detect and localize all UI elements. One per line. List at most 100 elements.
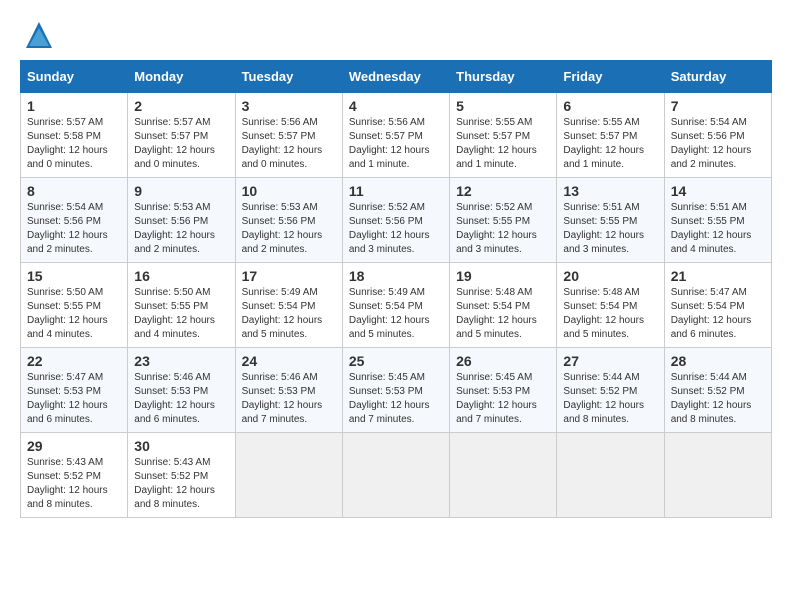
calendar-cell: 28 Sunrise: 5:44 AMSunset: 5:52 PMDaylig…	[664, 348, 771, 433]
calendar-cell: 6 Sunrise: 5:55 AMSunset: 5:57 PMDayligh…	[557, 93, 664, 178]
column-header-thursday: Thursday	[450, 61, 557, 93]
day-info: Sunrise: 5:44 AMSunset: 5:52 PMDaylight:…	[563, 372, 644, 425]
day-info: Sunrise: 5:56 AMSunset: 5:57 PMDaylight:…	[349, 117, 430, 170]
day-info: Sunrise: 5:50 AMSunset: 5:55 PMDaylight:…	[27, 287, 108, 340]
day-number: 20	[563, 268, 657, 284]
calendar-cell	[664, 433, 771, 518]
day-info: Sunrise: 5:48 AMSunset: 5:54 PMDaylight:…	[456, 287, 537, 340]
day-info: Sunrise: 5:48 AMSunset: 5:54 PMDaylight:…	[563, 287, 644, 340]
calendar-cell: 14 Sunrise: 5:51 AMSunset: 5:55 PMDaylig…	[664, 178, 771, 263]
day-number: 14	[671, 183, 765, 199]
day-number: 21	[671, 268, 765, 284]
day-number: 16	[134, 268, 228, 284]
calendar-cell: 25 Sunrise: 5:45 AMSunset: 5:53 PMDaylig…	[342, 348, 449, 433]
calendar-cell: 23 Sunrise: 5:46 AMSunset: 5:53 PMDaylig…	[128, 348, 235, 433]
day-info: Sunrise: 5:49 AMSunset: 5:54 PMDaylight:…	[349, 287, 430, 340]
day-number: 28	[671, 353, 765, 369]
day-info: Sunrise: 5:47 AMSunset: 5:54 PMDaylight:…	[671, 287, 752, 340]
day-info: Sunrise: 5:46 AMSunset: 5:53 PMDaylight:…	[134, 372, 215, 425]
calendar-cell: 10 Sunrise: 5:53 AMSunset: 5:56 PMDaylig…	[235, 178, 342, 263]
day-info: Sunrise: 5:43 AMSunset: 5:52 PMDaylight:…	[134, 457, 215, 510]
day-info: Sunrise: 5:49 AMSunset: 5:54 PMDaylight:…	[242, 287, 323, 340]
calendar-week-2: 8 Sunrise: 5:54 AMSunset: 5:56 PMDayligh…	[21, 178, 772, 263]
day-info: Sunrise: 5:44 AMSunset: 5:52 PMDaylight:…	[671, 372, 752, 425]
day-info: Sunrise: 5:52 AMSunset: 5:56 PMDaylight:…	[349, 202, 430, 255]
day-info: Sunrise: 5:46 AMSunset: 5:53 PMDaylight:…	[242, 372, 323, 425]
calendar-week-3: 15 Sunrise: 5:50 AMSunset: 5:55 PMDaylig…	[21, 263, 772, 348]
calendar-cell: 7 Sunrise: 5:54 AMSunset: 5:56 PMDayligh…	[664, 93, 771, 178]
calendar-cell	[235, 433, 342, 518]
calendar-cell: 17 Sunrise: 5:49 AMSunset: 5:54 PMDaylig…	[235, 263, 342, 348]
calendar-cell: 29 Sunrise: 5:43 AMSunset: 5:52 PMDaylig…	[21, 433, 128, 518]
day-info: Sunrise: 5:45 AMSunset: 5:53 PMDaylight:…	[456, 372, 537, 425]
day-number: 4	[349, 98, 443, 114]
logo	[20, 20, 54, 50]
calendar-week-4: 22 Sunrise: 5:47 AMSunset: 5:53 PMDaylig…	[21, 348, 772, 433]
calendar-cell: 2 Sunrise: 5:57 AMSunset: 5:57 PMDayligh…	[128, 93, 235, 178]
calendar-cell: 20 Sunrise: 5:48 AMSunset: 5:54 PMDaylig…	[557, 263, 664, 348]
calendar-cell: 18 Sunrise: 5:49 AMSunset: 5:54 PMDaylig…	[342, 263, 449, 348]
day-number: 13	[563, 183, 657, 199]
calendar-cell: 3 Sunrise: 5:56 AMSunset: 5:57 PMDayligh…	[235, 93, 342, 178]
calendar-week-1: 1 Sunrise: 5:57 AMSunset: 5:58 PMDayligh…	[21, 93, 772, 178]
column-header-wednesday: Wednesday	[342, 61, 449, 93]
calendar-cell: 30 Sunrise: 5:43 AMSunset: 5:52 PMDaylig…	[128, 433, 235, 518]
day-number: 27	[563, 353, 657, 369]
day-number: 29	[27, 438, 121, 454]
day-info: Sunrise: 5:51 AMSunset: 5:55 PMDaylight:…	[563, 202, 644, 255]
day-info: Sunrise: 5:54 AMSunset: 5:56 PMDaylight:…	[27, 202, 108, 255]
calendar-cell: 4 Sunrise: 5:56 AMSunset: 5:57 PMDayligh…	[342, 93, 449, 178]
day-info: Sunrise: 5:47 AMSunset: 5:53 PMDaylight:…	[27, 372, 108, 425]
calendar-cell: 21 Sunrise: 5:47 AMSunset: 5:54 PMDaylig…	[664, 263, 771, 348]
day-number: 23	[134, 353, 228, 369]
day-info: Sunrise: 5:53 AMSunset: 5:56 PMDaylight:…	[134, 202, 215, 255]
day-number: 30	[134, 438, 228, 454]
column-header-saturday: Saturday	[664, 61, 771, 93]
day-info: Sunrise: 5:51 AMSunset: 5:55 PMDaylight:…	[671, 202, 752, 255]
calendar-cell: 1 Sunrise: 5:57 AMSunset: 5:58 PMDayligh…	[21, 93, 128, 178]
page-header	[20, 20, 772, 50]
calendar-cell	[450, 433, 557, 518]
calendar-cell: 11 Sunrise: 5:52 AMSunset: 5:56 PMDaylig…	[342, 178, 449, 263]
day-number: 8	[27, 183, 121, 199]
calendar-cell: 9 Sunrise: 5:53 AMSunset: 5:56 PMDayligh…	[128, 178, 235, 263]
day-number: 17	[242, 268, 336, 284]
day-number: 25	[349, 353, 443, 369]
day-number: 9	[134, 183, 228, 199]
calendar-cell: 22 Sunrise: 5:47 AMSunset: 5:53 PMDaylig…	[21, 348, 128, 433]
day-info: Sunrise: 5:50 AMSunset: 5:55 PMDaylight:…	[134, 287, 215, 340]
day-number: 3	[242, 98, 336, 114]
day-info: Sunrise: 5:52 AMSunset: 5:55 PMDaylight:…	[456, 202, 537, 255]
calendar-cell	[342, 433, 449, 518]
day-number: 22	[27, 353, 121, 369]
day-number: 1	[27, 98, 121, 114]
calendar-cell: 24 Sunrise: 5:46 AMSunset: 5:53 PMDaylig…	[235, 348, 342, 433]
column-header-monday: Monday	[128, 61, 235, 93]
calendar-cell: 13 Sunrise: 5:51 AMSunset: 5:55 PMDaylig…	[557, 178, 664, 263]
day-number: 10	[242, 183, 336, 199]
day-number: 5	[456, 98, 550, 114]
calendar-cell: 5 Sunrise: 5:55 AMSunset: 5:57 PMDayligh…	[450, 93, 557, 178]
day-info: Sunrise: 5:43 AMSunset: 5:52 PMDaylight:…	[27, 457, 108, 510]
calendar-cell: 12 Sunrise: 5:52 AMSunset: 5:55 PMDaylig…	[450, 178, 557, 263]
calendar-cell: 15 Sunrise: 5:50 AMSunset: 5:55 PMDaylig…	[21, 263, 128, 348]
calendar-cell: 19 Sunrise: 5:48 AMSunset: 5:54 PMDaylig…	[450, 263, 557, 348]
day-info: Sunrise: 5:56 AMSunset: 5:57 PMDaylight:…	[242, 117, 323, 170]
day-info: Sunrise: 5:54 AMSunset: 5:56 PMDaylight:…	[671, 117, 752, 170]
day-number: 2	[134, 98, 228, 114]
day-number: 11	[349, 183, 443, 199]
day-info: Sunrise: 5:53 AMSunset: 5:56 PMDaylight:…	[242, 202, 323, 255]
day-info: Sunrise: 5:55 AMSunset: 5:57 PMDaylight:…	[563, 117, 644, 170]
day-number: 15	[27, 268, 121, 284]
calendar-table: SundayMondayTuesdayWednesdayThursdayFrid…	[20, 60, 772, 518]
calendar-header: SundayMondayTuesdayWednesdayThursdayFrid…	[21, 61, 772, 93]
day-info: Sunrise: 5:45 AMSunset: 5:53 PMDaylight:…	[349, 372, 430, 425]
day-number: 19	[456, 268, 550, 284]
logo-icon	[24, 20, 54, 50]
calendar-cell: 16 Sunrise: 5:50 AMSunset: 5:55 PMDaylig…	[128, 263, 235, 348]
day-number: 12	[456, 183, 550, 199]
day-info: Sunrise: 5:57 AMSunset: 5:57 PMDaylight:…	[134, 117, 215, 170]
day-info: Sunrise: 5:57 AMSunset: 5:58 PMDaylight:…	[27, 117, 108, 170]
day-number: 6	[563, 98, 657, 114]
day-number: 7	[671, 98, 765, 114]
